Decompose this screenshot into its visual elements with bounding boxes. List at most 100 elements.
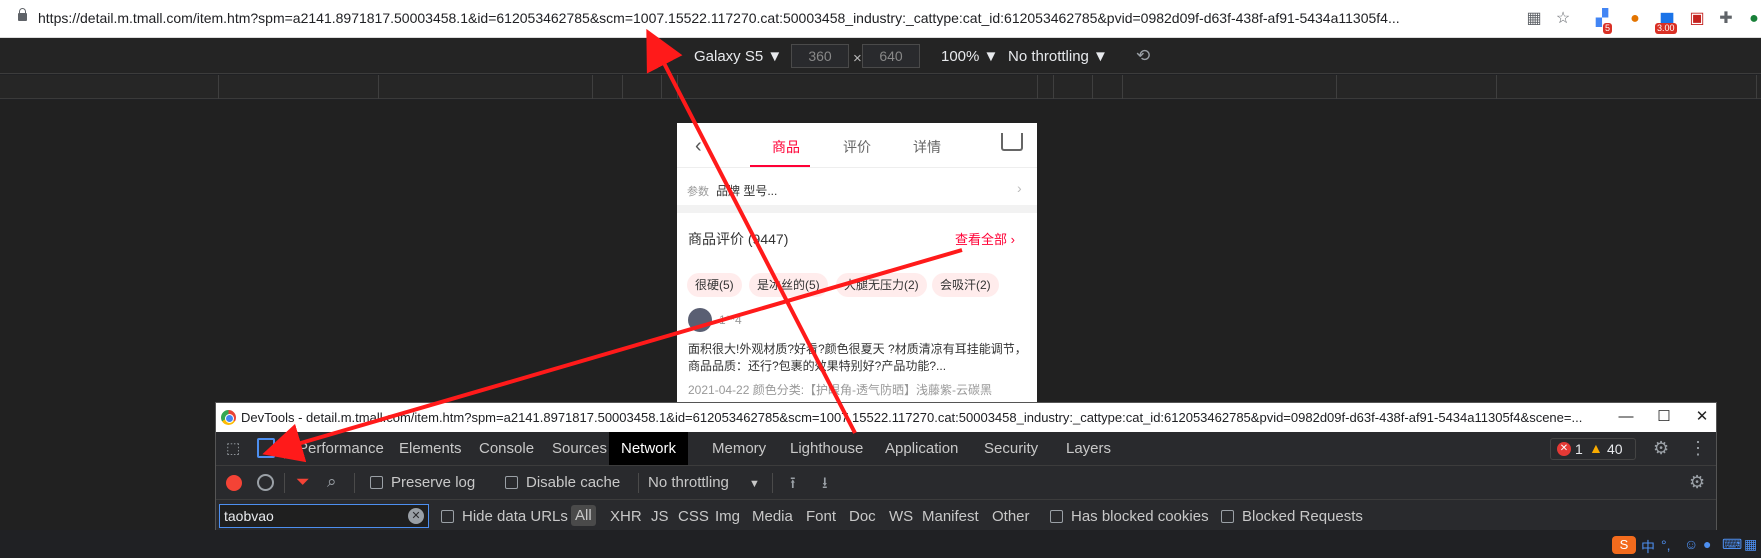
filter-type-all[interactable]: All <box>571 505 596 526</box>
preserve-log-checkbox[interactable] <box>370 476 383 489</box>
filter-type-font[interactable]: Font <box>806 508 836 525</box>
chevron-down-icon: ▼ <box>983 48 999 65</box>
url-field[interactable]: https://detail.m.tmall.com/item.htm?spm=… <box>38 10 1508 26</box>
divider <box>284 473 285 493</box>
blocked-requests-checkbox[interactable] <box>1221 510 1234 523</box>
mobile-page: ‹ 商品 评价 详情 参数 品牌 型号... › 商品评价 (9447) 查看全… <box>677 123 1037 403</box>
tab-details[interactable]: 详情 <box>913 137 941 157</box>
clear-filter-icon[interactable]: ✕ <box>408 508 424 524</box>
filter-type-xhr[interactable]: XHR <box>610 508 642 525</box>
tab-reviews[interactable]: 评价 <box>843 137 871 157</box>
filter-type-media[interactable]: Media <box>752 508 793 525</box>
avatar <box>688 308 712 332</box>
tab-lighthouse[interactable]: Lighthouse <box>778 432 875 465</box>
filter-type-ws[interactable]: WS <box>889 508 913 525</box>
filter-type-js[interactable]: JS <box>651 508 669 525</box>
monkey-extension-icon[interactable]: ● <box>1625 9 1645 29</box>
punctuation-icon[interactable]: °, <box>1661 537 1671 553</box>
filter-type-manifest[interactable]: Manifest <box>922 508 979 525</box>
hide-data-urls-checkbox[interactable] <box>441 510 454 523</box>
divider <box>638 473 639 493</box>
tab-product[interactable]: 商品 <box>772 137 800 157</box>
ruler-tick <box>1037 75 1038 99</box>
tab-console[interactable]: Console <box>467 432 546 465</box>
ruler-tick <box>661 75 662 99</box>
puzzle-extensions-icon[interactable]: ✚ <box>1716 9 1736 29</box>
filter-type-img[interactable]: Img <box>715 508 740 525</box>
hide-data-urls-label: Hide data URLs <box>462 508 568 525</box>
review-tag[interactable]: 会吸汗(2) <box>932 273 999 297</box>
zoom-select[interactable]: 100% ▼ <box>941 48 998 65</box>
tab-layers[interactable]: Layers <box>1054 432 1123 465</box>
address-bar: https://detail.m.tmall.com/item.htm?spm=… <box>0 0 1761 38</box>
voice-icon[interactable]: ● <box>1703 536 1711 552</box>
import-har-icon[interactable]: ⭱ <box>790 472 796 499</box>
tab-network[interactable]: Network <box>609 432 689 465</box>
reviewer-name: 1**4 <box>719 313 742 327</box>
filter-funnel-icon[interactable]: ⏷ <box>296 472 310 492</box>
inspect-element-icon[interactable]: ⬚ <box>226 439 244 457</box>
screen-capture-icon[interactable]: ▣ <box>1687 9 1707 29</box>
filter-input-value: taobvao <box>224 508 274 524</box>
bookmark-star-icon[interactable]: ☆ <box>1553 9 1573 29</box>
back-arrow-icon[interactable]: ‹ <box>695 135 702 158</box>
tab-performance[interactable]: Performance <box>286 432 396 465</box>
divider <box>772 473 773 493</box>
ruler-tick <box>1122 75 1123 99</box>
device-height-input[interactable]: 640 <box>862 44 920 68</box>
keyboard-icon[interactable]: ⌨ <box>1722 536 1742 553</box>
emoji-icon[interactable]: ☺ <box>1684 536 1698 552</box>
filter-type-doc[interactable]: Doc <box>849 508 876 525</box>
sogou-ime-icon[interactable]: S <box>1612 536 1636 554</box>
cart-icon[interactable] <box>1001 133 1023 151</box>
ime-language[interactable]: 中 <box>1641 537 1655 557</box>
chevron-down-icon: ▼ <box>749 478 760 490</box>
record-icon[interactable] <box>226 475 242 491</box>
filter-input[interactable]: taobvao ✕ <box>219 504 429 528</box>
warning-count: 40 <box>1607 441 1623 457</box>
chevron-down-icon: ▼ <box>767 48 783 65</box>
review-tag[interactable]: 是冰丝的(5) <box>749 273 828 297</box>
device-throttling-select[interactable]: No throttling ▼ <box>1008 48 1108 65</box>
review-tag[interactable]: 大腿无压力(2) <box>836 273 927 297</box>
taskbar-strip: S 中 °, ☺ ● ⌨ ▦ <box>0 530 1761 558</box>
profile-avatar-icon[interactable]: ● <box>1744 9 1761 29</box>
ruler-tick <box>1092 75 1093 99</box>
tab-memory[interactable]: Memory <box>700 432 778 465</box>
clear-icon[interactable] <box>257 474 274 491</box>
see-all-link[interactable]: 查看全部 › <box>955 229 1015 248</box>
settings-gear-icon[interactable]: ⚙ <box>1653 438 1669 459</box>
device-width-input[interactable]: 360 <box>791 44 849 68</box>
tray-grid-icon[interactable]: ▦ <box>1744 536 1757 553</box>
device-select[interactable]: Galaxy S5 ▼ <box>694 48 782 65</box>
extension-badge: 5 <box>1603 23 1613 34</box>
search-icon[interactable]: ⌕ <box>327 472 337 492</box>
blocked-requests-label: Blocked Requests <box>1242 508 1363 525</box>
chevron-right-icon: › <box>1010 232 1015 247</box>
close-icon[interactable]: ✕ <box>1692 407 1712 427</box>
tab-security[interactable]: Security <box>972 432 1050 465</box>
qr-code-icon[interactable]: ▦ <box>1524 9 1544 29</box>
review-meta: 2021-04-22 颜色分类:【护眼角-透气防晒】浅藤紫-云碳黑 <box>688 383 993 397</box>
review-tag[interactable]: 很硬(5) <box>687 273 742 297</box>
tab-elements[interactable]: Elements <box>387 432 474 465</box>
param-row[interactable]: 参数 品牌 型号... › <box>677 168 1037 213</box>
disable-cache-checkbox[interactable] <box>505 476 518 489</box>
device-toggle-icon[interactable] <box>257 438 275 458</box>
maximize-icon[interactable]: ☐ <box>1654 407 1674 427</box>
has-blocked-cookies-checkbox[interactable] <box>1050 510 1063 523</box>
network-settings-gear-icon[interactable]: ⚙ <box>1689 472 1705 493</box>
chrome-logo-icon <box>221 410 236 425</box>
issues-counter[interactable]: ✕ 1 ▲ 40 <box>1550 438 1636 460</box>
filter-type-other[interactable]: Other <box>992 508 1030 525</box>
export-har-icon[interactable]: ⭳ <box>822 472 828 499</box>
network-throttling-select[interactable]: No throttling ▼ <box>648 474 760 491</box>
minimize-icon[interactable]: — <box>1616 407 1636 427</box>
rotate-icon[interactable]: ⟲ <box>1136 46 1150 66</box>
ruler-tick <box>1756 75 1757 99</box>
device-toolbar: Galaxy S5 ▼ 360 × 640 100% ▼ No throttli… <box>0 38 1761 74</box>
more-options-icon[interactable]: ⋮ <box>1689 438 1707 459</box>
filter-type-css[interactable]: CSS <box>678 508 709 525</box>
tab-sources[interactable]: Sources <box>540 432 619 465</box>
tab-application[interactable]: Application <box>873 432 970 465</box>
